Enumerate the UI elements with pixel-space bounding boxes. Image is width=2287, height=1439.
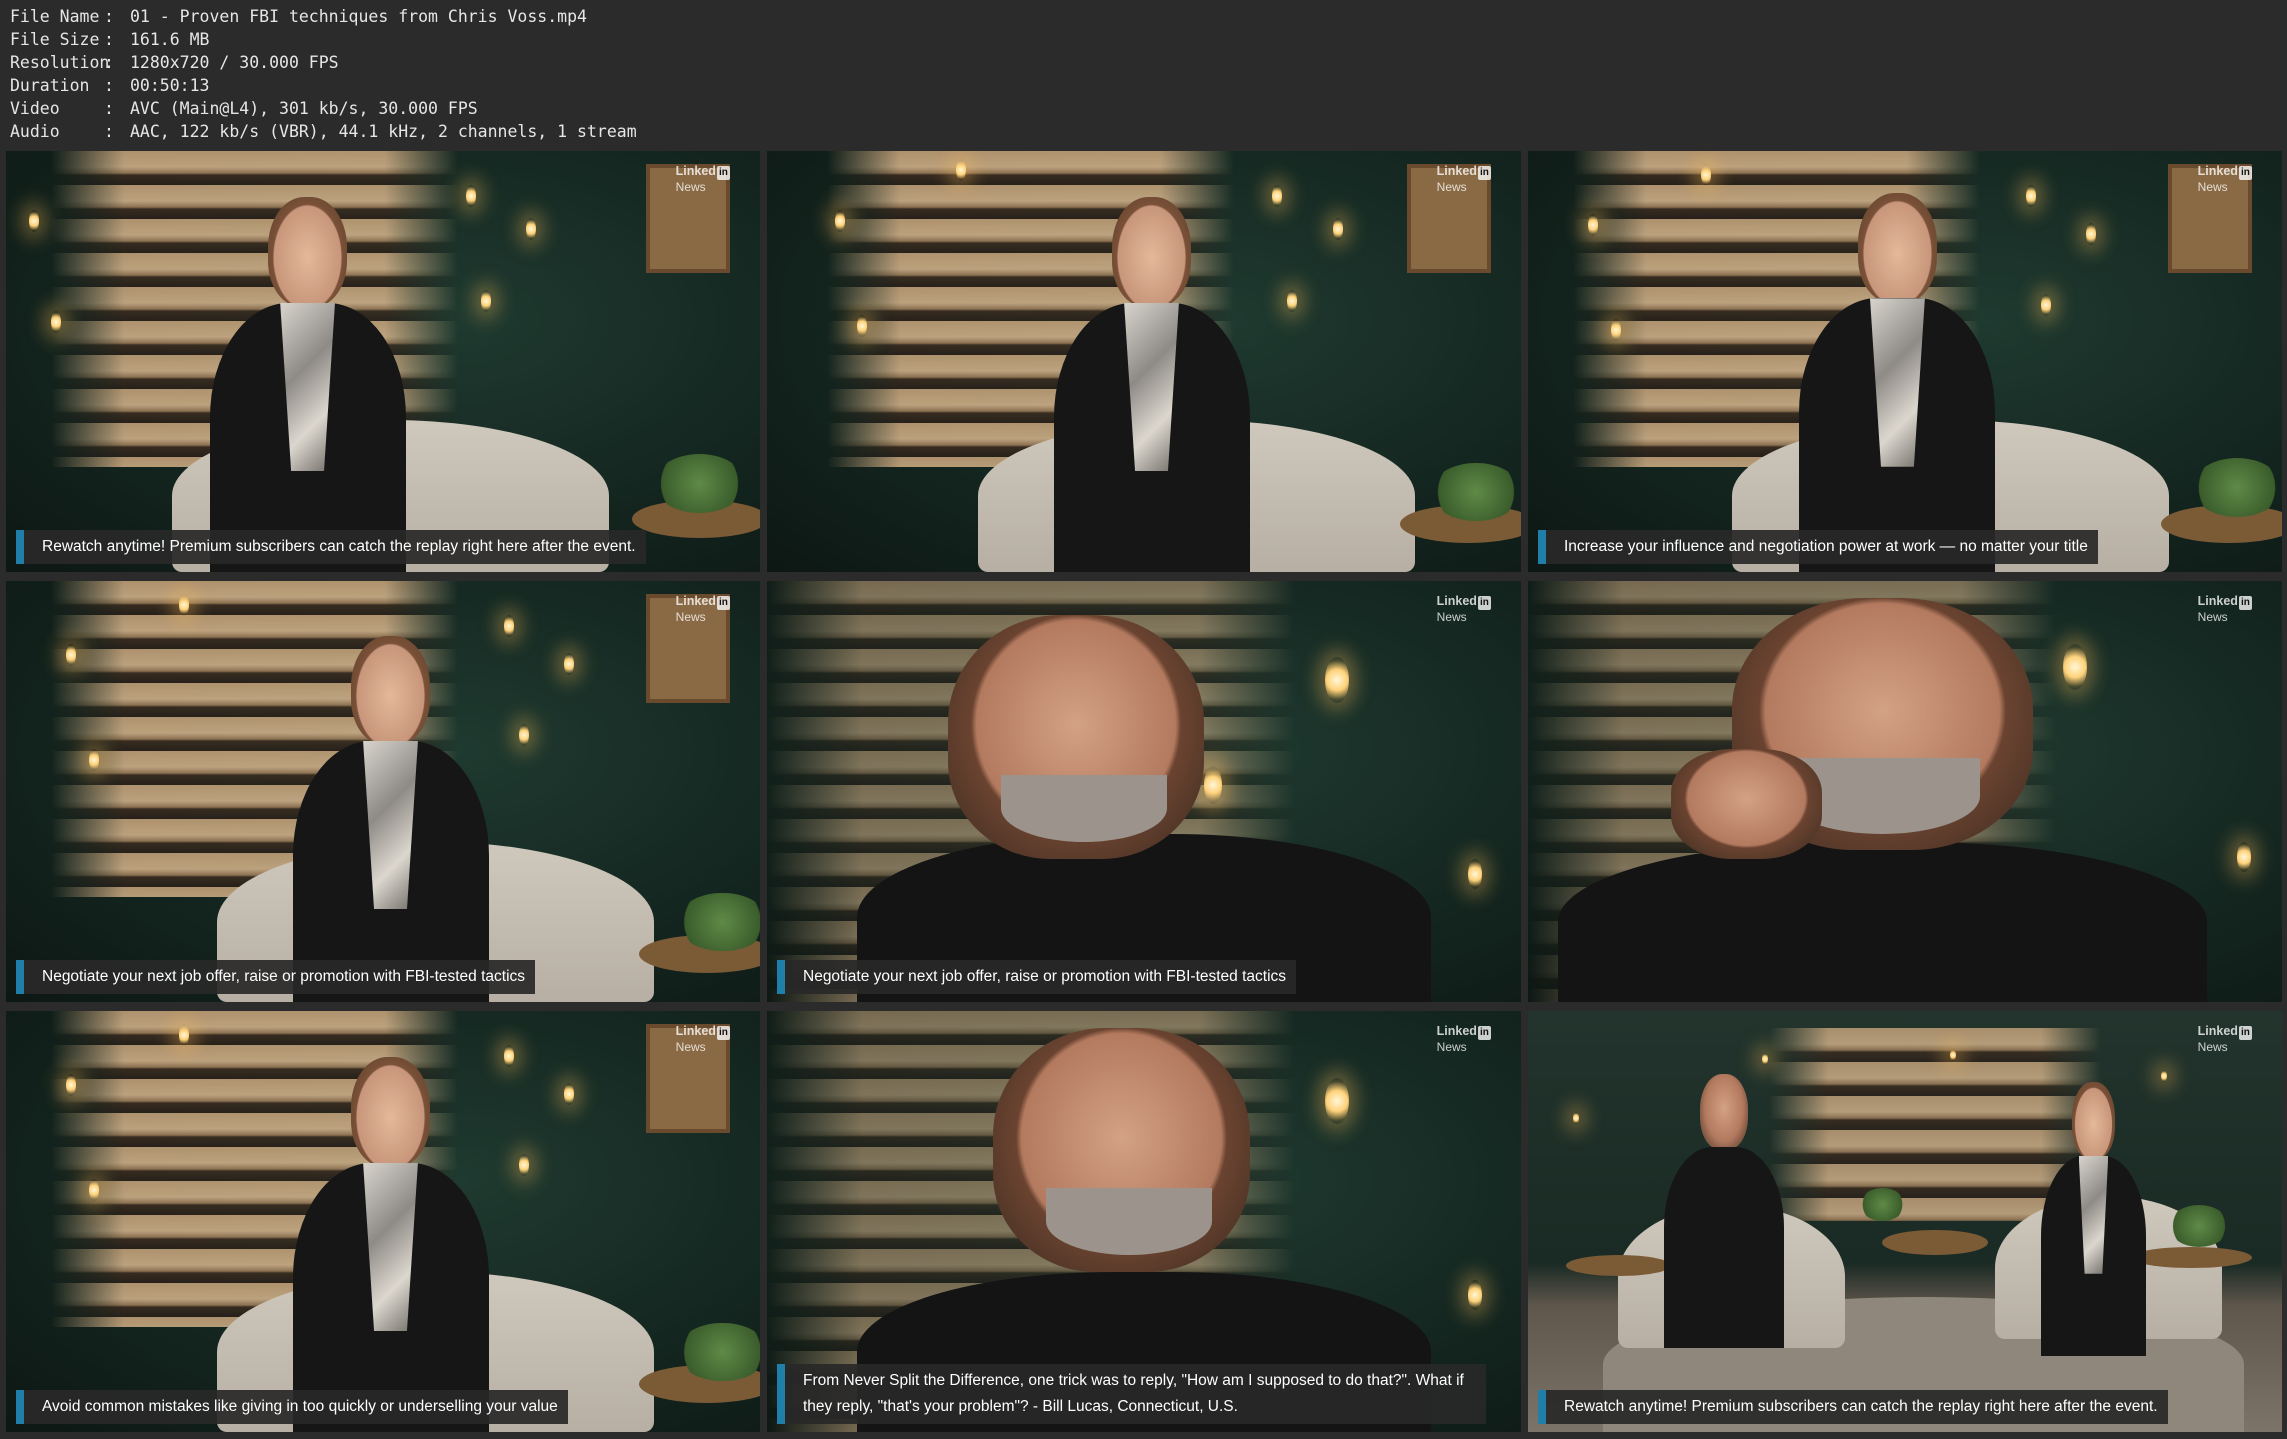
logo-sub: News [675, 1039, 706, 1054]
info-separator: : [104, 53, 114, 72]
logo-brand: Linked [1436, 593, 1477, 608]
video-thumbnail[interactable]: Linked in News Avoid common mistakes like … [6, 1011, 760, 1432]
video-thumbnail[interactable]: Linked in News Negotiate your next job off… [6, 581, 760, 1002]
logo-sub: News [1436, 179, 1467, 194]
logo-sub: News [2197, 1039, 2228, 1054]
logo-sub: News [1436, 609, 1467, 624]
video-thumbnail[interactable]: Linked in News Rewatch anytime! Premium su… [1528, 1011, 2282, 1432]
file-info-panel: File Name:01 - Proven FBI techniques fro… [10, 5, 637, 143]
linkedin-icon: in [716, 595, 730, 610]
info-key: File Size [10, 30, 100, 49]
video-thumbnail[interactable]: Linked in News [1528, 581, 2282, 1002]
thumbnail-caption: Negotiate your next job offer, raise or … [777, 960, 1297, 994]
thumbnail-caption: Rewatch anytime! Premium subscribers can… [16, 530, 646, 564]
linkedin-news-logo: Linked in News [676, 594, 730, 624]
linkedin-news-logo: Linked in News [1437, 1024, 1491, 1054]
thumbnail-scene-woman [1528, 151, 2282, 572]
logo-brand: Linked [2197, 163, 2238, 178]
logo-brand: Linked [675, 163, 716, 178]
info-row-resolution: Resolution:1280x720 / 30.000 FPS [10, 51, 637, 74]
linkedin-news-logo: Linked in News [2198, 594, 2252, 624]
video-thumbnail[interactable]: Linked in News From Never Split the Differ… [767, 1011, 1521, 1432]
thumbnail-scene-man [767, 581, 1521, 1002]
thumbnail-caption: Avoid common mistakes like giving in too… [16, 1390, 568, 1424]
info-row-audio: Audio: AAC, 122 kb/s (VBR), 44.1 kHz, 2 c… [10, 120, 637, 143]
linkedin-icon: in [2238, 595, 2252, 610]
thumbnail-scene-woman [6, 1011, 760, 1432]
thumbnail-caption: Increase your influence and negotiation … [1538, 530, 2098, 564]
info-separator: : [104, 30, 114, 49]
linkedin-news-logo: Linked in News [676, 1024, 730, 1054]
linkedin-news-logo: Linked in News [2198, 1024, 2252, 1054]
logo-sub: News [675, 609, 706, 624]
info-separator: : [104, 99, 114, 118]
info-value: 161.6 MB [130, 30, 210, 49]
linkedin-icon: in [1477, 595, 1491, 610]
linkedin-news-logo: Linked in News [1437, 164, 1491, 194]
video-thumbnail[interactable]: Linked in News Increase your influence and… [1528, 151, 2282, 572]
info-row-file-name: File Name:01 - Proven FBI techniques fro… [10, 5, 637, 28]
logo-brand: Linked [675, 593, 716, 608]
linkedin-news-logo: Linked in News [1437, 594, 1491, 624]
video-thumbnail[interactable]: Linked in News Negotiate your next job off… [767, 581, 1521, 1002]
video-thumbnail[interactable]: Linked in News Rewatch anytime! Premium su… [6, 151, 760, 572]
info-row-video: Video: AVC (Main@L4), 301 kb/s, 30.000 FP… [10, 97, 637, 120]
thumbnail-scene-man [1528, 581, 2282, 1002]
linkedin-icon: in [716, 165, 730, 180]
logo-sub: News [675, 179, 706, 194]
info-separator: : [104, 76, 114, 95]
linkedin-icon: in [1477, 165, 1491, 180]
thumbnail-grid: Linked in News Rewatch anytime! Premium su… [6, 151, 2282, 1435]
linkedin-icon: in [716, 1025, 730, 1040]
thumbnail-scene-woman [6, 581, 760, 1002]
info-key: File Name [10, 7, 100, 26]
info-row-duration: Duration:00:50:13 [10, 74, 637, 97]
linkedin-icon: in [2238, 165, 2252, 180]
info-key: Video [10, 99, 60, 118]
logo-sub: News [2197, 179, 2228, 194]
info-value: AAC, 122 kb/s (VBR), 44.1 kHz, 2 channel… [130, 122, 637, 141]
logo-brand: Linked [1436, 163, 1477, 178]
thumbnail-scene-wide [1528, 1011, 2282, 1432]
info-separator: : [104, 7, 114, 26]
logo-sub: News [1436, 1039, 1467, 1054]
linkedin-news-logo: Linked in News [676, 164, 730, 194]
info-value: 01 - Proven FBI techniques from Chris Vo… [130, 7, 587, 26]
thumbnail-caption: From Never Split the Difference, one tri… [777, 1364, 1486, 1424]
logo-brand: Linked [2197, 1023, 2238, 1038]
linkedin-news-logo: Linked in News [2198, 164, 2252, 194]
info-row-file-size: File Size:161.6 MB [10, 28, 637, 51]
thumbnail-caption: Negotiate your next job offer, raise or … [16, 960, 536, 994]
info-separator: : [104, 122, 114, 141]
info-key: Audio [10, 122, 60, 141]
info-value: 00:50:13 [130, 76, 210, 95]
info-value: AVC (Main@L4), 301 kb/s, 30.000 FPS [130, 99, 478, 118]
logo-brand: Linked [1436, 1023, 1477, 1038]
logo-brand: Linked [2197, 593, 2238, 608]
info-key: Resolution [10, 53, 110, 72]
logo-brand: Linked [675, 1023, 716, 1038]
thumbnail-scene-woman [767, 151, 1521, 572]
info-key: Duration [10, 76, 90, 95]
thumbnail-scene-woman [6, 151, 760, 572]
linkedin-icon: in [1477, 1025, 1491, 1040]
info-value: 1280x720 / 30.000 FPS [130, 53, 339, 72]
linkedin-icon: in [2238, 1025, 2252, 1040]
logo-sub: News [2197, 609, 2228, 624]
thumbnail-caption: Rewatch anytime! Premium subscribers can… [1538, 1390, 2168, 1424]
video-thumbnail[interactable]: Linked in News [767, 151, 1521, 572]
